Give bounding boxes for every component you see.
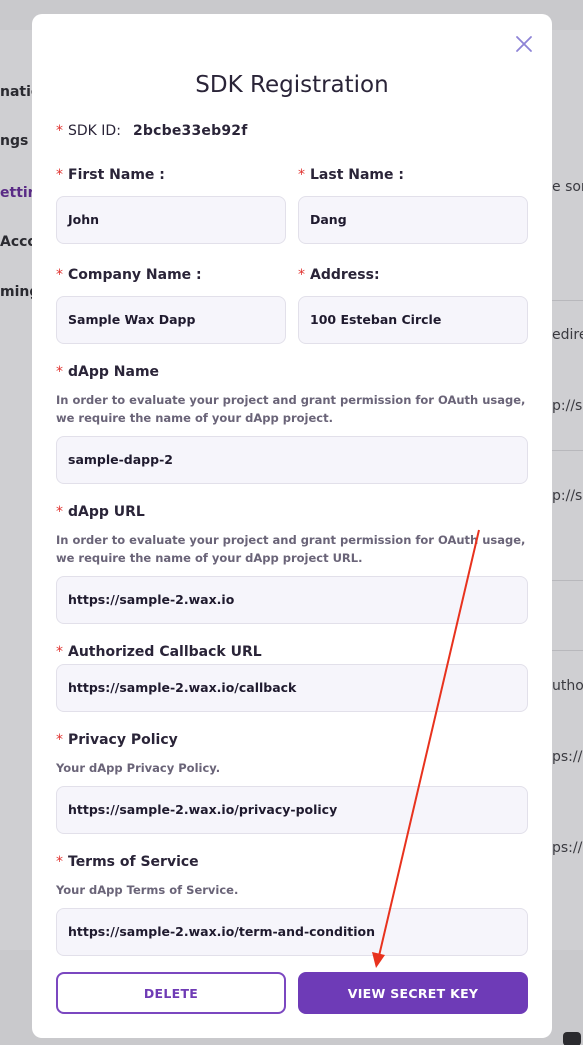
- callback-url-input[interactable]: https://sample-2.wax.io/callback: [56, 664, 528, 712]
- bg-divider: [552, 450, 583, 451]
- bg-text: p://s: [552, 398, 583, 414]
- privacy-policy-label: * Privacy Policy: [56, 732, 178, 748]
- close-icon[interactable]: [514, 34, 534, 54]
- last-name-label: * Last Name :: [298, 167, 404, 183]
- bg-divider: [552, 300, 583, 301]
- callback-url-label: * Authorized Callback URL: [56, 644, 262, 660]
- dapp-url-label: * dApp URL: [56, 504, 145, 520]
- address-input[interactable]: 100 Esteban Circle: [298, 296, 528, 344]
- address-label: * Address:: [298, 267, 380, 283]
- sdk-id-row: * SDK ID: 2bcbe33eb92f: [56, 123, 248, 139]
- terms-input[interactable]: https://sample-2.wax.io/term-and-conditi…: [56, 908, 528, 956]
- company-name-label: * Company Name :: [56, 267, 202, 283]
- sdk-registration-modal: SDK Registration * SDK ID: 2bcbe33eb92f * F…: [32, 14, 552, 1038]
- company-name-input[interactable]: Sample Wax Dapp: [56, 296, 286, 344]
- dapp-url-input[interactable]: https://sample-2.wax.io: [56, 576, 528, 624]
- sdk-id-label: SDK ID:: [68, 123, 121, 139]
- bg-text: e som: [552, 179, 583, 195]
- terms-label: * Terms of Service: [56, 854, 199, 870]
- required-marker: *: [56, 123, 63, 139]
- delete-button[interactable]: DELETE: [56, 972, 286, 1014]
- bg-text: ps://: [552, 749, 583, 765]
- bg-text: ps://: [552, 840, 583, 856]
- dapp-name-label: * dApp Name: [56, 364, 160, 380]
- bg-text: p://s: [552, 488, 583, 504]
- dapp-name-help: In order to evaluate your project and gr…: [56, 393, 526, 425]
- terms-help: Your dApp Terms of Service.: [56, 883, 239, 897]
- dapp-url-help: In order to evaluate your project and gr…: [56, 533, 526, 565]
- corner-widget-icon: [563, 1032, 581, 1045]
- view-secret-key-button[interactable]: VIEW SECRET KEY: [298, 972, 528, 1014]
- bg-text: uthor: [552, 678, 583, 694]
- privacy-policy-help: Your dApp Privacy Policy.: [56, 761, 221, 775]
- first-name-input[interactable]: John: [56, 196, 286, 244]
- privacy-policy-input[interactable]: https://sample-2.wax.io/privacy-policy: [56, 786, 528, 834]
- bg-divider: [552, 650, 583, 651]
- modal-title: SDK Registration: [195, 72, 389, 98]
- last-name-input[interactable]: Dang: [298, 196, 528, 244]
- dapp-name-input[interactable]: sample-dapp-2: [56, 436, 528, 484]
- bg-divider: [552, 580, 583, 581]
- bg-text: edire: [552, 327, 583, 343]
- first-name-label: * First Name :: [56, 167, 165, 183]
- sdk-id-value: 2bcbe33eb92f: [132, 123, 248, 139]
